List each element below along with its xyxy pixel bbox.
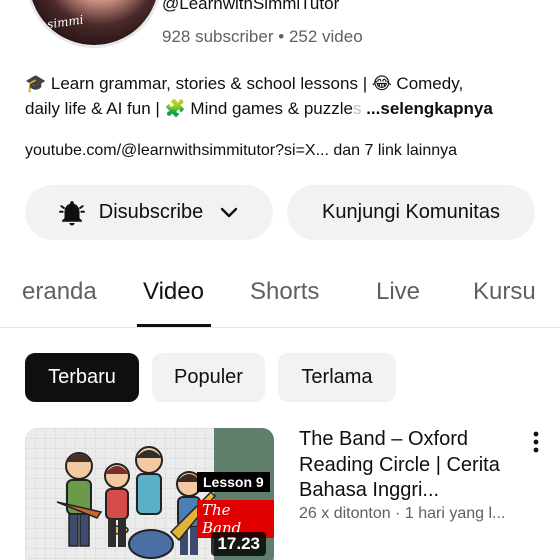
more-links[interactable]: dan 7 link lainnya [333,142,457,159]
bell-filled-icon [58,200,85,225]
thumbnail-lesson-label: Lesson 9 [197,472,270,492]
tab-videos[interactable]: Video [143,278,204,306]
chevron-down-icon [221,207,238,217]
subscribed-button[interactable]: Disubscribe [25,185,273,240]
community-label: Kunjungi Komunitas [322,201,500,223]
video-title[interactable]: The Band – Oxford Reading Circle | Cerit… [299,427,519,504]
channel-avatar[interactable]: simmi [26,0,162,48]
video-meta: 26 x ditonton · 1 hari yang l... [299,505,506,522]
description-line-1: 🎓 Learn grammar, stories & school lesson… [25,74,464,93]
channel-tabs: eranda Video Shorts Live Kursu [0,258,560,328]
subscriber-count: 928 subscriber [162,27,274,46]
video-duration: 17.23 [211,532,266,556]
chip-oldest[interactable]: Terlama [278,353,396,402]
channel-handle: @LearnwithSimmiTutor [162,0,340,13]
description-more-link[interactable]: ...selengkapnya [366,99,493,118]
subscribe-label: Disubscribe [98,201,204,223]
active-tab-indicator [137,324,211,327]
channel-stats: 928 subscriber • 252 video [162,27,363,47]
description-line-2: daily life & AI fun | 🧩 Mind games & puz… [25,96,545,121]
video-thumbnail[interactable]: Lesson 9 The Band 17.23 [25,428,274,560]
tab-shorts[interactable]: Shorts [250,278,319,306]
tab-live[interactable]: Live [376,278,420,306]
channel-link[interactable]: youtube.com/@learnwithsimmitutor?si=X... [25,142,329,159]
chip-popular[interactable]: Populer [152,353,265,402]
band-illustration [56,446,217,559]
channel-description[interactable]: 🎓 Learn grammar, stories & school lesson… [25,71,545,121]
visit-community-button[interactable]: Kunjungi Komunitas [287,185,535,240]
video-count: 252 video [288,27,363,46]
avatar-script-text: simmi [46,12,85,32]
chip-latest[interactable]: Terbaru [25,353,139,402]
channel-links[interactable]: youtube.com/@learnwithsimmitutor?si=X...… [25,142,457,160]
tab-courses[interactable]: Kursu [473,278,536,306]
description-line-2-text: daily life & AI fun | 🧩 Mind games & puz… [25,99,353,118]
stats-separator: • [278,27,285,46]
more-vert-icon[interactable] [526,430,546,454]
description-fade: s [352,99,362,118]
tab-home[interactable]: eranda [22,278,97,306]
